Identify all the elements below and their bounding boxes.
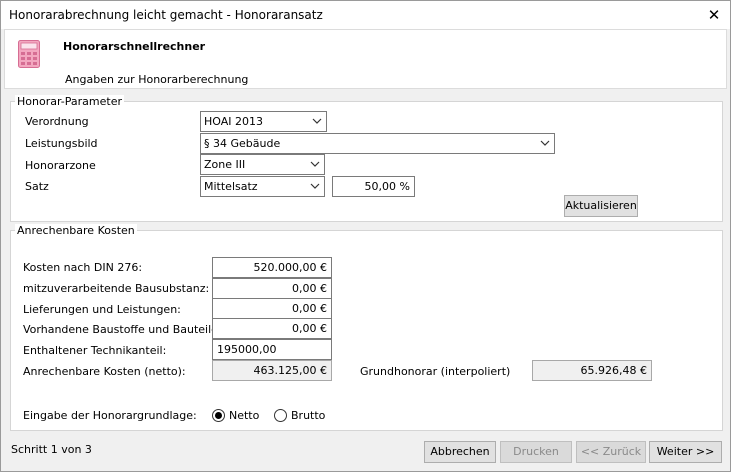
radio-brutto[interactable]	[274, 409, 287, 422]
close-button[interactable]: ✕	[698, 1, 730, 29]
header-title: Honorarschnellrechner	[63, 40, 206, 53]
chevron-down-icon	[312, 118, 322, 124]
back-button[interactable]: << Zurück	[576, 441, 646, 463]
lieferungen-input[interactable]: 0,00 €	[212, 298, 332, 319]
chevron-down-icon	[310, 183, 320, 189]
basis-label: Eingabe der Honorargrundlage:	[23, 409, 197, 422]
honorarzone-value: Zone III	[204, 158, 246, 171]
radio-brutto-label[interactable]: Brutto	[291, 409, 325, 422]
verordnung-label: Verordnung	[25, 115, 89, 128]
print-button[interactable]: Drucken	[500, 441, 572, 463]
lieferungen-label: Lieferungen und Leistungen:	[23, 303, 181, 316]
bausubstanz-input[interactable]: 0,00 €	[212, 278, 332, 299]
window-title: Honorarabrechnung leicht gemacht - Honor…	[9, 8, 323, 22]
update-button[interactable]: Aktualisieren	[564, 195, 638, 217]
satz-label: Satz	[25, 180, 49, 193]
calculator-icon	[18, 40, 40, 68]
next-button[interactable]: Weiter >>	[649, 441, 722, 463]
verordnung-value: HOAI 2013	[204, 115, 263, 128]
costs-group-caption: Anrechenbare Kosten	[15, 224, 137, 237]
chevron-down-icon	[540, 140, 550, 146]
satz-select[interactable]: Mittelsatz	[200, 176, 325, 197]
grundhonorar-value: 65.926,48 €	[532, 360, 652, 381]
header-subtitle: Angaben zur Honorarberechnung	[65, 73, 249, 86]
chevron-down-icon	[310, 161, 320, 167]
leistungsbild-value: § 34 Gebäude	[204, 137, 281, 150]
radio-netto-selected-dot	[215, 412, 222, 419]
satz-percent-input[interactable]: 50,00 %	[332, 176, 415, 197]
parameter-group-caption: Honorar-Parameter	[15, 95, 124, 108]
technik-label: Enthaltener Technikanteil:	[23, 344, 167, 357]
satz-value: Mittelsatz	[204, 180, 258, 193]
step-status: Schritt 1 von 3	[11, 443, 92, 456]
technik-input[interactable]: 195000,00	[212, 339, 332, 360]
honorarzone-label: Honorarzone	[25, 159, 96, 172]
cancel-button[interactable]: Abbrechen	[424, 441, 496, 463]
honorarzone-select[interactable]: Zone III	[200, 154, 325, 175]
din276-input[interactable]: 520.000,00 €	[212, 257, 332, 278]
bausubstanz-label: mitzuverarbeitende Bausubstanz:	[23, 282, 210, 295]
grundhonorar-label: Grundhonorar (interpoliert)	[360, 365, 511, 378]
leistungsbild-select[interactable]: § 34 Gebäude	[200, 133, 555, 154]
leistungsbild-label: Leistungsbild	[25, 137, 98, 150]
radio-netto[interactable]	[212, 409, 225, 422]
baustoffe-label: Vorhandene Baustoffe und Bauteile:	[23, 323, 222, 336]
baustoffe-input[interactable]: 0,00 €	[212, 318, 332, 339]
din276-label: Kosten nach DIN 276:	[23, 261, 143, 274]
netto-costs-label: Anrechenbare Kosten (netto):	[23, 365, 186, 378]
header-panel: Honorarschnellrechner Angaben zur Honora…	[4, 29, 727, 89]
netto-costs-value: 463.125,00 €	[212, 360, 332, 381]
title-bar: Honorarabrechnung leicht gemacht - Honor…	[1, 1, 730, 29]
radio-netto-label[interactable]: Netto	[229, 409, 259, 422]
verordnung-select[interactable]: HOAI 2013	[200, 111, 327, 132]
dialog-window: Honorarabrechnung leicht gemacht - Honor…	[0, 0, 731, 472]
